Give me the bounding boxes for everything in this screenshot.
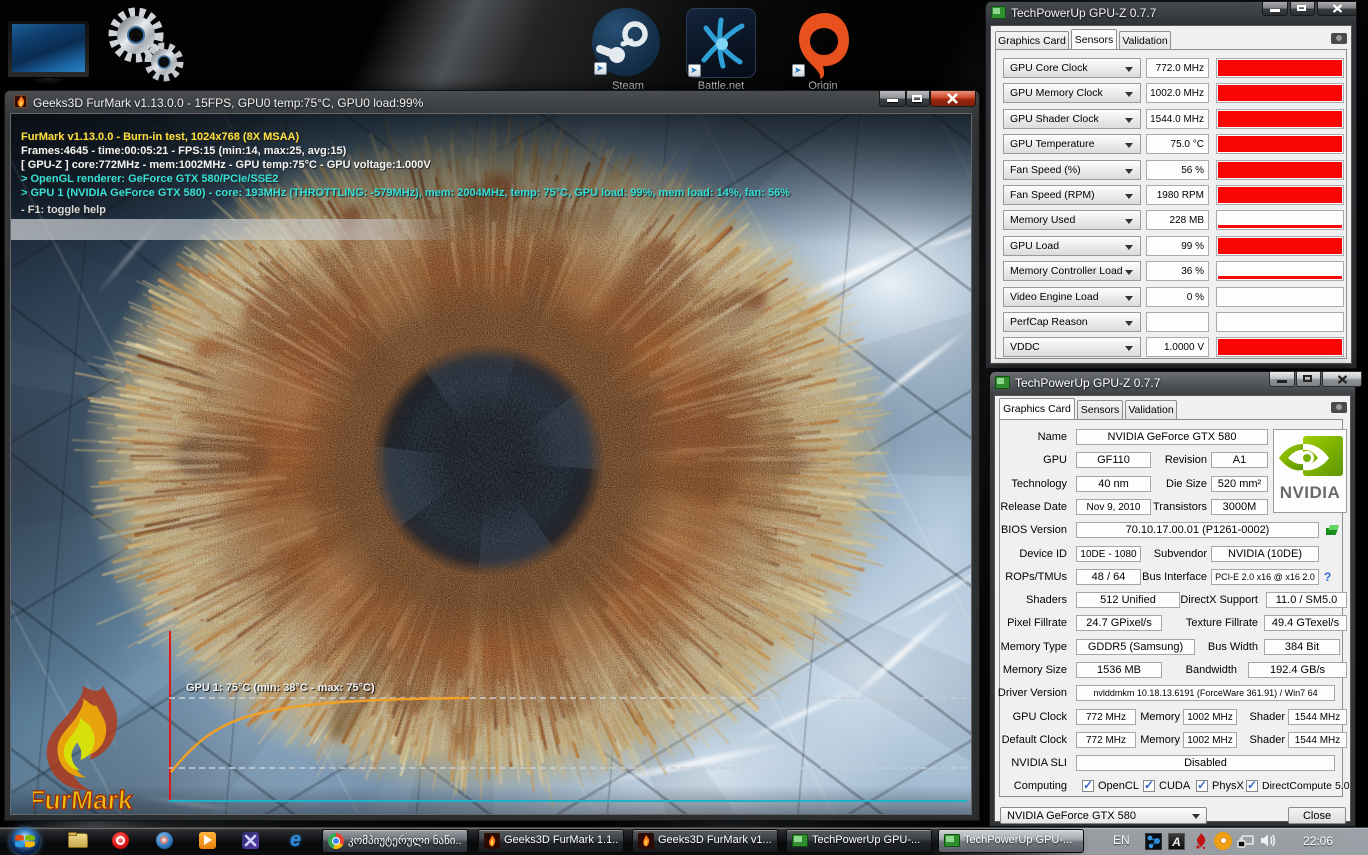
svg-text:FurMark: FurMark [33,785,134,815]
